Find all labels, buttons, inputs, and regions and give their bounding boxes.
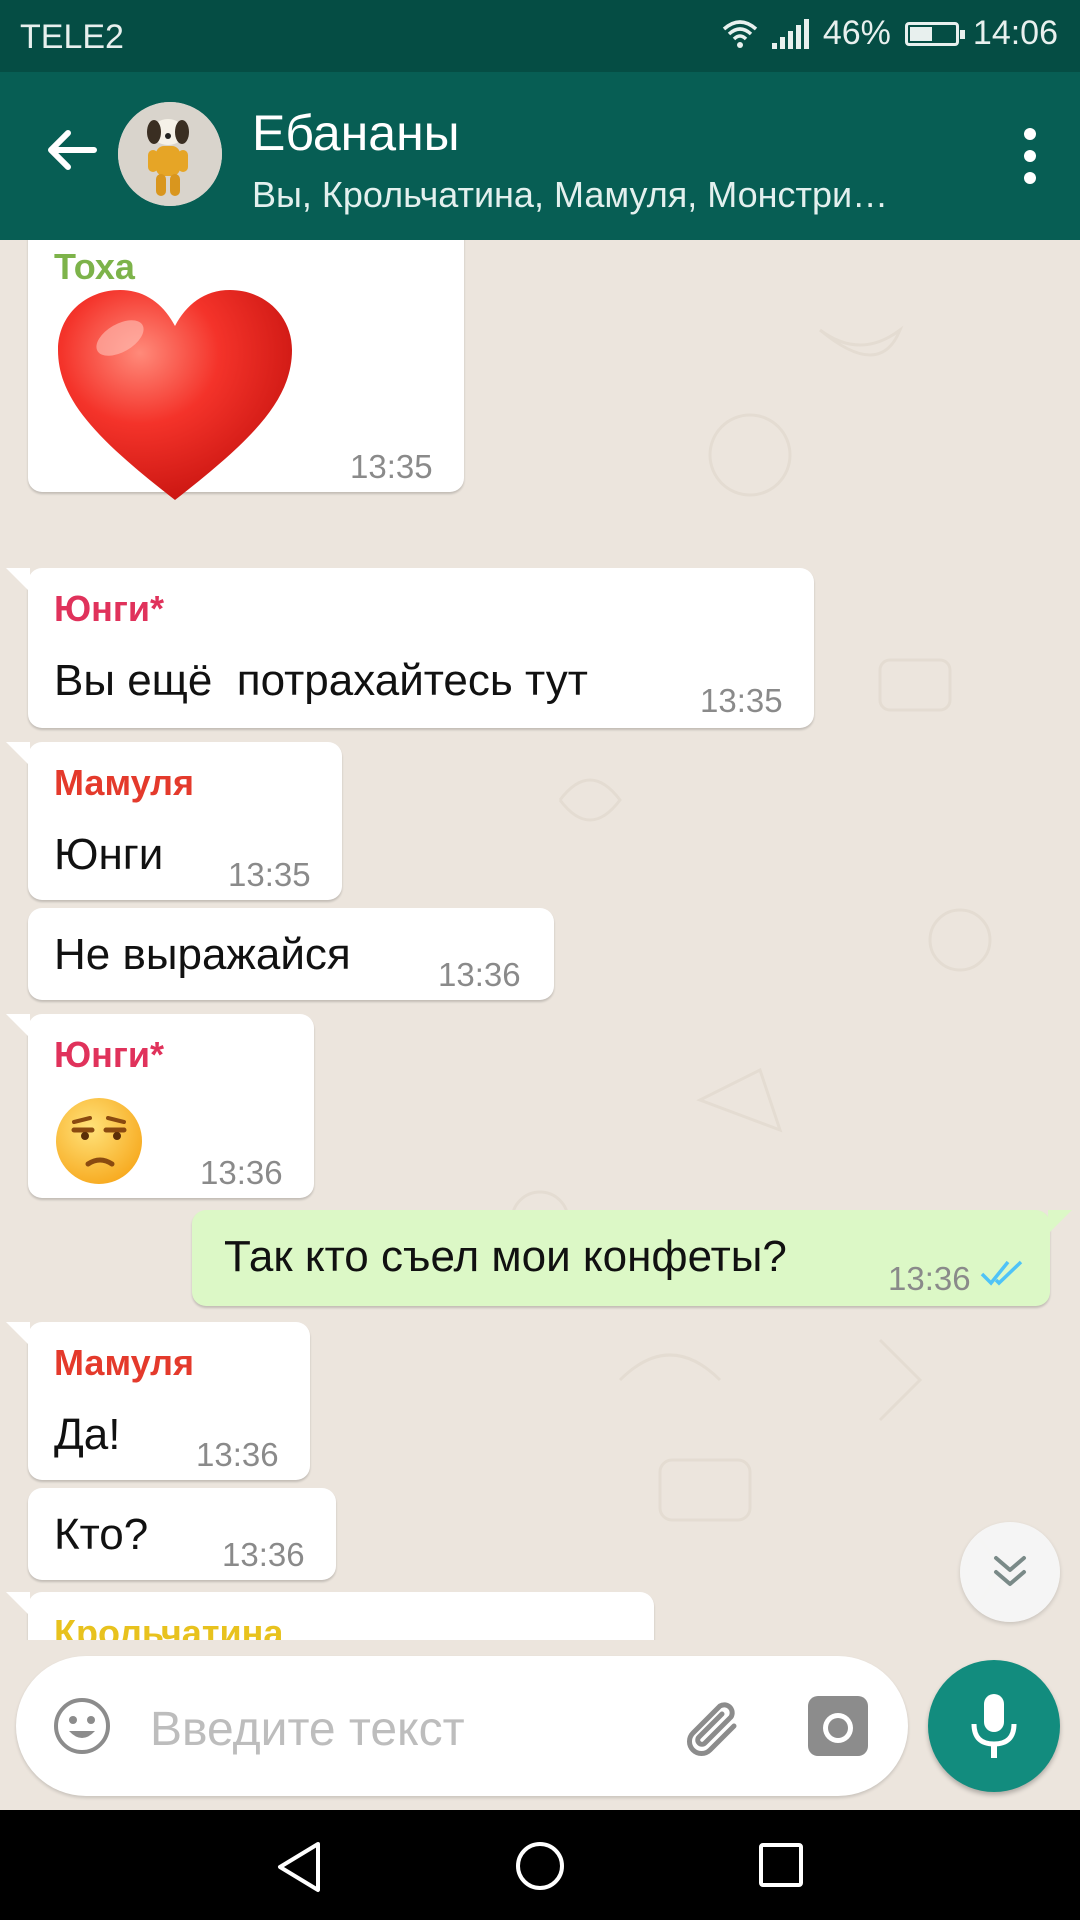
paperclip-attach-icon[interactable]: [682, 1696, 748, 1762]
clock: 14:06: [972, 14, 1058, 52]
sender-name: Мамуля: [54, 762, 195, 803]
message-time: 13:36: [200, 1154, 283, 1191]
sender-name: Юнги*: [54, 588, 165, 629]
sender-name: Юнги*: [54, 1034, 165, 1075]
message-text: Не выражайся: [54, 930, 351, 979]
double-chevron-down-icon: [994, 1556, 1026, 1586]
signal-icon: [771, 18, 809, 49]
message-text: Кто?: [54, 1510, 149, 1559]
message-bubble[interactable]: Тоха 13:35: [28, 240, 464, 500]
battery-percent: 46%: [822, 14, 891, 52]
sender-name: Мамуля: [54, 1342, 195, 1383]
battery-icon: [904, 21, 965, 46]
chat-title[interactable]: Ебананы: [252, 104, 460, 162]
wifi-icon: [722, 19, 757, 48]
group-avatar[interactable]: [118, 102, 222, 206]
message-time: 13:35: [700, 682, 783, 719]
microphone-icon: [971, 1694, 1017, 1758]
heart-emoji-icon: [58, 290, 292, 500]
message-input[interactable]: Введите текст: [150, 1702, 465, 1757]
message-time: 13:36: [196, 1436, 279, 1473]
status-bar: TELE2 46% 14:06: [0, 0, 1080, 72]
system-navigation-bar: [0, 1810, 1080, 1920]
voice-record-button[interactable]: [928, 1660, 1060, 1792]
chat-header[interactable]: Ебананы Вы, Крольчатина, Мамуля, Монстри…: [0, 72, 1080, 240]
sender-name: Тоха: [54, 246, 135, 287]
message-text: Юнги: [54, 830, 164, 879]
nav-recent-apps-icon[interactable]: [758, 1842, 804, 1888]
chat-participants[interactable]: Вы, Крольчатина, Мамуля, Монстри…: [252, 174, 888, 216]
message-time: 13:35: [350, 448, 433, 485]
more-options-icon[interactable]: [1024, 128, 1038, 188]
message-bubble[interactable]: Юнги* 13:36: [6, 1014, 314, 1198]
message-bubble[interactable]: Мамуля Да! 13:36: [6, 1322, 310, 1480]
message-text: Вы ещё потрахайтесь тут: [54, 656, 588, 705]
unamused-face-emoji-icon: [56, 1098, 142, 1184]
message-time: 13:36: [438, 956, 521, 993]
message-time: 13:36: [222, 1536, 305, 1573]
message-bubble[interactable]: Кто? 13:36: [28, 1488, 336, 1580]
message-bubble[interactable]: Не выражайся 13:36: [28, 908, 554, 1000]
sender-name: Крольчатина: [54, 1612, 284, 1640]
message-time: 13:35: [228, 856, 311, 893]
camera-icon[interactable]: [806, 1694, 870, 1758]
message-bubble[interactable]: Крольчатина: [6, 1592, 654, 1640]
message-text: Так кто съел мои конфеты?: [224, 1232, 787, 1281]
message-time: 13:36: [888, 1260, 971, 1297]
nav-home-icon[interactable]: [514, 1840, 566, 1892]
message-bubble-outgoing[interactable]: Так кто съел мои конфеты? 13:36: [192, 1210, 1072, 1306]
back-arrow-icon[interactable]: [42, 120, 102, 180]
chat-area[interactable]: Тоха 13:35 Юнги* Вы ещё потрахайтесь тут…: [0, 240, 1080, 1640]
plush-toy-image: [118, 102, 222, 206]
scroll-to-bottom-button[interactable]: [960, 1522, 1060, 1622]
read-receipt-ticks-icon: [980, 1260, 1023, 1286]
message-text: Да!: [54, 1410, 121, 1459]
emoji-smile-icon[interactable]: [52, 1696, 112, 1756]
message-bubble[interactable]: Мамуля Юнги 13:35: [6, 742, 342, 900]
carrier-label: TELE2: [20, 18, 124, 56]
message-bubble[interactable]: Юнги* Вы ещё потрахайтесь тут 13:35: [6, 568, 814, 728]
message-composer[interactable]: Введите текст: [16, 1656, 908, 1796]
nav-back-icon[interactable]: [274, 1840, 324, 1894]
